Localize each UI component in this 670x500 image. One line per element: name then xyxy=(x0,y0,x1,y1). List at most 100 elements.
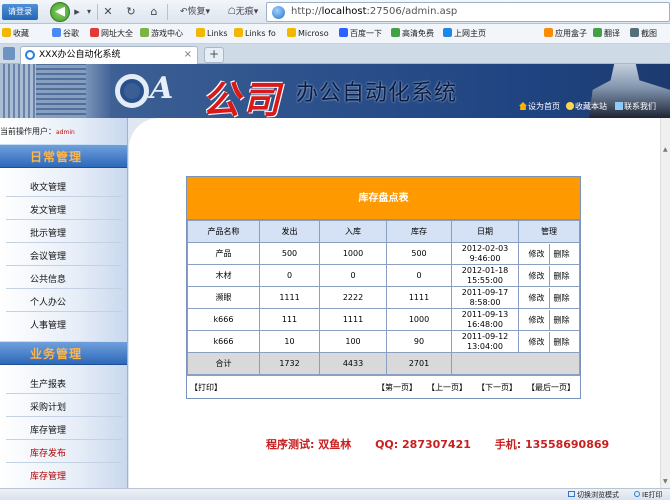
bookmark-item[interactable]: Microso xyxy=(287,28,329,40)
switch-mode-button[interactable]: 切换浏览模式 xyxy=(568,490,619,500)
edit-link[interactable]: 修改 xyxy=(529,315,545,324)
dropdown-icon[interactable]: ▾ xyxy=(84,3,94,21)
total-outgoing: 1732 xyxy=(259,352,320,375)
address-url[interactable]: http://localhost:27506/admin.asp xyxy=(291,6,457,17)
close-tab-icon[interactable]: × xyxy=(184,47,192,63)
bookmarks-bar: 收藏 谷歌 网址大全 游戏中心 Links Links fo Microso 百度一下 高清免费… xyxy=(0,24,670,44)
bookmark-item[interactable]: 游戏中心 xyxy=(140,28,183,40)
cell-date: 2011-09-17 8:58:00 xyxy=(451,286,519,309)
bookmark-label: Links fo xyxy=(245,29,276,38)
delete-link[interactable]: 删除 xyxy=(554,293,570,302)
toolbar-divider xyxy=(97,4,98,20)
bookmark-icon xyxy=(544,28,553,37)
cell-incoming: 100 xyxy=(319,330,387,353)
time-value: 16:48:00 xyxy=(467,319,503,329)
scroll-down-icon[interactable]: ▼ xyxy=(663,478,668,485)
bookmark-item[interactable]: 翻译 xyxy=(593,28,620,40)
bookmark-label: 应用盒子 xyxy=(555,29,587,38)
print-link[interactable]: 【打印】 xyxy=(190,382,222,393)
sidebar-toggle-icon[interactable] xyxy=(3,47,15,60)
bookmark-item[interactable]: 网址大全 xyxy=(90,28,133,40)
bookmark-item[interactable]: 应用盒子 xyxy=(544,28,587,40)
address-bar[interactable]: http://localhost:27506/admin.asp xyxy=(266,2,670,22)
nav-production-report[interactable]: 生产报表 xyxy=(30,377,66,390)
cell-outgoing: 111 xyxy=(259,308,320,331)
cell-stock: 500 xyxy=(386,242,452,265)
bookmark-item[interactable]: Links xyxy=(196,28,228,40)
bookmark-icon xyxy=(90,28,99,37)
set-homepage-link[interactable]: 设为首页 xyxy=(519,101,560,112)
page-banner: A 公司 办公自动化系统 设为首页 收藏本站 联系我们 xyxy=(0,64,670,118)
home-icon[interactable]: ⌂ xyxy=(146,3,162,21)
bookmark-item[interactable]: Links fo xyxy=(234,28,276,40)
login-button[interactable]: 请登录 xyxy=(2,4,38,20)
section-daily-management[interactable]: 日常管理 xyxy=(0,144,127,168)
edit-link[interactable]: 修改 xyxy=(529,337,545,346)
nav-instructions[interactable]: 批示管理 xyxy=(30,226,66,239)
delete-link[interactable]: 删除 xyxy=(554,271,570,280)
bookmark-item[interactable]: 上网主页 xyxy=(443,28,486,40)
bookmark-icon xyxy=(287,28,296,37)
nav-meetings[interactable]: 会议管理 xyxy=(30,249,66,262)
nav-divider xyxy=(6,311,122,312)
private-mode-icon: ☖ xyxy=(227,7,236,17)
edit-link[interactable]: 修改 xyxy=(529,293,545,302)
bookmark-label: 谷歌 xyxy=(63,29,79,38)
first-page-link[interactable]: 【第一页】 xyxy=(377,382,417,393)
private-mode-button[interactable]: ☖无痕▾ xyxy=(222,3,264,21)
nav-divider xyxy=(6,416,122,417)
nav-inventory[interactable]: 库存管理 xyxy=(30,423,66,436)
forward-arrow-icon[interactable]: ▸ xyxy=(72,3,82,21)
edit-link[interactable]: 修改 xyxy=(529,271,545,280)
nav-divider xyxy=(6,288,122,289)
contact-us-link[interactable]: 联系我们 xyxy=(615,101,656,112)
bookmark-item[interactable]: 截图 xyxy=(630,28,657,40)
nav-outgoing-docs[interactable]: 发文管理 xyxy=(30,203,66,216)
current-user: 当前操作用户：admin xyxy=(0,127,75,136)
add-favorite-link[interactable]: 收藏本站 xyxy=(566,101,607,112)
restore-button[interactable]: ↶恢复▾ xyxy=(172,3,218,21)
ie-print-button[interactable]: IE打印 xyxy=(634,490,663,500)
ie-icon xyxy=(25,50,35,60)
bookmark-label: 截图 xyxy=(641,29,657,38)
bookmark-item[interactable]: 高清免费 xyxy=(391,28,434,40)
bookmark-icon xyxy=(391,28,400,37)
bookmark-item[interactable]: 谷歌 xyxy=(52,28,79,40)
new-tab-button[interactable]: + xyxy=(204,47,224,63)
time-value: 13:04:00 xyxy=(467,341,503,351)
footer-tester: 程序测试: 双鱼林 xyxy=(266,438,352,451)
tab-admin[interactable]: XXX办公自动化系统 × xyxy=(20,46,198,64)
bookmark-label: 游戏中心 xyxy=(151,29,183,38)
date-value: 2011-09-12 xyxy=(461,331,509,341)
nav-hr[interactable]: 人事管理 xyxy=(30,318,66,331)
delete-link[interactable]: 删除 xyxy=(554,249,570,258)
nav-inventory-publish[interactable]: 库存发布 xyxy=(30,446,66,459)
nav-public-info[interactable]: 公共信息 xyxy=(30,272,66,285)
time-value: 15:55:00 xyxy=(467,275,503,285)
nav-purchase-plan[interactable]: 采购计划 xyxy=(30,400,66,413)
bookmark-item[interactable]: 百度一下 xyxy=(339,28,382,40)
scroll-up-icon[interactable]: ▲ xyxy=(663,146,668,153)
bookmark-label: 高清免费 xyxy=(402,29,434,38)
total-row: 合计 1732 4433 2701 xyxy=(187,352,580,375)
next-page-link[interactable]: 【下一页】 xyxy=(477,382,517,393)
favorite-icon xyxy=(566,102,574,110)
vertical-scrollbar[interactable]: ▲ ▼ xyxy=(660,118,670,488)
edit-link[interactable]: 修改 xyxy=(529,249,545,258)
back-arrow-icon[interactable]: ◀ xyxy=(50,2,70,22)
cell-product-name: 濒眼 xyxy=(187,286,260,309)
last-page-link[interactable]: 【最后一页】 xyxy=(527,382,575,393)
bookmark-label: 网址大全 xyxy=(101,29,133,38)
delete-link[interactable]: 删除 xyxy=(554,315,570,324)
nav-inventory-manage[interactable]: 库存管理 xyxy=(30,469,66,482)
cell-product-name: 木材 xyxy=(187,264,260,287)
prev-page-link[interactable]: 【上一页】 xyxy=(427,382,467,393)
section-business-management[interactable]: 业务管理 xyxy=(0,341,127,365)
refresh-icon[interactable]: ↻ xyxy=(123,3,139,21)
nav-personal-office[interactable]: 个人办公 xyxy=(30,295,66,308)
nav-incoming-docs[interactable]: 收文管理 xyxy=(30,180,66,193)
col-incoming: 入库 xyxy=(319,220,387,243)
delete-link[interactable]: 删除 xyxy=(554,337,570,346)
stop-icon[interactable]: ✕ xyxy=(100,3,116,21)
bookmark-item[interactable]: 收藏 xyxy=(2,28,29,40)
